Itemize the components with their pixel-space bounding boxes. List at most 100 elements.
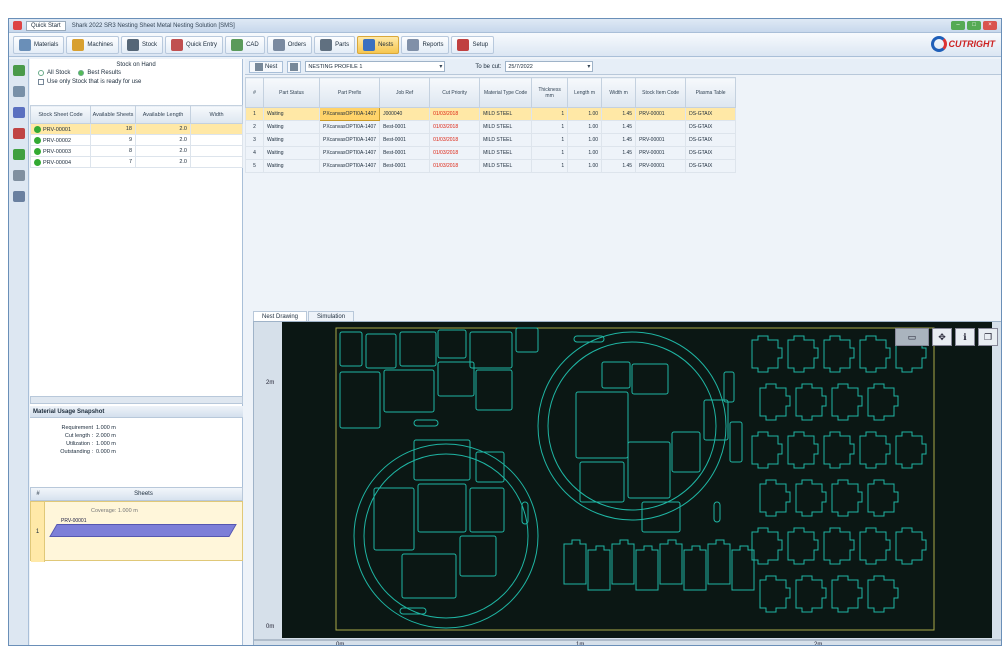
sheet-row[interactable]: 1 Coverage: 1.000 m PRV-00001 [30,501,243,562]
cell-thk: 1 [531,107,569,121]
column-header[interactable]: Cut Priority [429,77,481,108]
profile-button[interactable] [287,60,302,73]
cell-stock: PRV-00001 [635,146,687,160]
column-header[interactable]: Thickness mm [531,77,569,108]
column-header[interactable]: Width [190,105,243,124]
column-header[interactable]: Length m [567,77,603,108]
column-header[interactable]: Stock Item Code [635,77,687,108]
export-icon[interactable] [12,191,25,202]
ribbon-button-parts[interactable]: Parts [314,35,356,54]
grid-icon[interactable] [12,107,25,118]
maximize-button[interactable]: □ [967,21,981,30]
usage-item: Cut length :2.000 m [30,432,243,440]
usage-label: Outstanding : [60,449,93,455]
ribbon-button-machines[interactable]: Machines [66,35,120,54]
tree-icon[interactable] [12,65,25,76]
sheet-usage-text: Coverage: 1.000 m [91,508,138,514]
cell-n: 4 [245,146,264,160]
app-window: Quick Start Shark 2022 SR3 Nesting Sheet… [8,18,1002,646]
cell-len: 1.00 [567,159,603,173]
stock-row[interactable]: PRV-00004 7 2.0 [30,156,243,168]
column-header[interactable]: Part Status [263,77,320,108]
cell-mat: MILD STEEL [479,146,533,160]
nest-button[interactable]: Nest [249,60,284,73]
available-length: 2.0 [135,123,191,135]
radio-icon [38,69,44,76]
cell-prio: 01/03/2018 [429,159,481,173]
cell-mat: MILD STEEL [479,159,533,173]
tool-icon[interactable] [12,149,25,160]
column-header[interactable]: Width m [601,77,637,108]
stock-width [190,156,243,168]
cell-wid: 1.45 [601,107,637,121]
cell-status: Waiting [263,146,320,160]
list-icon[interactable] [12,86,25,97]
cell-prefix: PXcanvasOPTI0A-1407 [318,133,381,147]
ribbon-button-setup[interactable]: Setup [451,35,495,54]
stock-row[interactable]: PRV-00002 9 2.0 [30,134,243,146]
cell-len: 1.00 [567,120,603,134]
column-header[interactable]: # [245,77,264,108]
info-button[interactable]: ℹ [955,328,975,346]
column-header[interactable]: Plasma Table [685,77,737,108]
cell-table: DS-GTAIX [685,133,737,147]
horizontal-scrollbar[interactable] [30,396,243,404]
column-header[interactable]: Material Type Code [479,77,533,108]
column-header[interactable]: Available Length [135,105,191,124]
ribbon-button-label: Nests [378,41,394,48]
column-header[interactable]: Job Ref [379,77,431,108]
due-label: To be cut: [475,63,502,70]
nest-drawing-area[interactable]: 2m 0m 0m 1m 2m ▭ ✥ ℹ ❐ [253,321,1002,646]
ribbon-button-orders[interactable]: Orders [266,35,313,54]
settings-icon[interactable] [12,170,25,181]
stock-row[interactable]: PRV-00001 18 2.0 [30,123,243,135]
usage-item: Outstanding :0.000 m [30,448,243,456]
column-header[interactable]: Stock Sheet Code [30,105,91,124]
stock-row[interactable]: PRV-00003 8 2.0 [30,145,243,157]
cell-stock: PRV-00001 [635,159,687,173]
setup-icon [457,38,470,51]
ribbon-button-label: Setup [472,41,489,48]
cell-status: Waiting [263,120,320,134]
ribbon-button-cad[interactable]: CAD [225,35,265,54]
option-best-results[interactable]: Best Results [70,68,121,77]
material-usage-title: Material Usage Snapshot [30,406,243,418]
cell-table: DS-GTAIX [685,120,737,134]
materials-icon [19,38,31,51]
cut-icon[interactable] [12,128,25,139]
table-row[interactable]: 2 Waiting PXcanvasOPTI0A-1407 Best-0001 01/0… [245,120,737,134]
minimize-button[interactable]: – [951,21,965,30]
copy-button[interactable]: ❐ [978,328,998,346]
cell-prio: 01/03/2018 [429,120,481,134]
usage-value: 1.000 m [96,425,116,431]
nest-drawing-canvas[interactable]: 2m 0m 0m 1m 2m [254,322,1002,646]
table-row[interactable]: 4 Waiting PXcanvasOPTI0A-1407 Best-0001 01/0… [245,146,737,160]
profile-combo[interactable]: NESTING PROFILE 1 ▾ [305,61,446,72]
cell-mat: MILD STEEL [479,107,533,121]
ribbon-button-reports[interactable]: Reports [401,35,450,54]
ribbon-button-nests[interactable]: Nests [357,35,400,54]
column-header[interactable]: Part Prefix [318,77,381,108]
close-button[interactable]: × [983,21,997,30]
window-controls: – □ × [951,21,1001,30]
y-axis-label: 2m [266,380,274,386]
ready-stock-checkbox[interactable]: Use only Stock that is ready for use [30,77,242,86]
table-row[interactable]: 5 Waiting PXcanvasOPTI0A-1407 Best-0001 01/0… [245,159,737,173]
column-header[interactable]: Available Sheets [90,105,136,124]
ribbon-button-label: Materials [34,41,59,48]
cell-mat: MILD STEEL [479,133,533,147]
usage-label: Utilization : [66,441,93,447]
quick-start-tab[interactable]: Quick Start [26,20,66,31]
table-row[interactable]: 1 Waiting PXcanvasOPTI0A-1407 J000040 01/03/… [245,107,737,121]
zoom-fit-button[interactable]: ▭ [895,328,929,346]
usage-item: Requirement :1.000 m [30,424,243,439]
table-row[interactable]: 3 Waiting PXcanvasOPTI0A-1407 Best-0001 01/0… [245,133,737,147]
pan-button[interactable]: ✥ [932,328,952,346]
sheet-row-number: 1 [31,502,45,562]
ribbon-button-materials[interactable]: Materials [13,35,65,54]
option-all-stock[interactable]: All Stock [30,68,70,77]
sheets-col-title: Sheets [134,491,153,497]
ribbon-button-stock[interactable]: Stock [121,35,164,54]
due-date-combo[interactable]: 25/7/2022 ▾ [505,61,594,72]
ribbon-button-quick-entry[interactable]: Quick Entry [165,35,224,54]
